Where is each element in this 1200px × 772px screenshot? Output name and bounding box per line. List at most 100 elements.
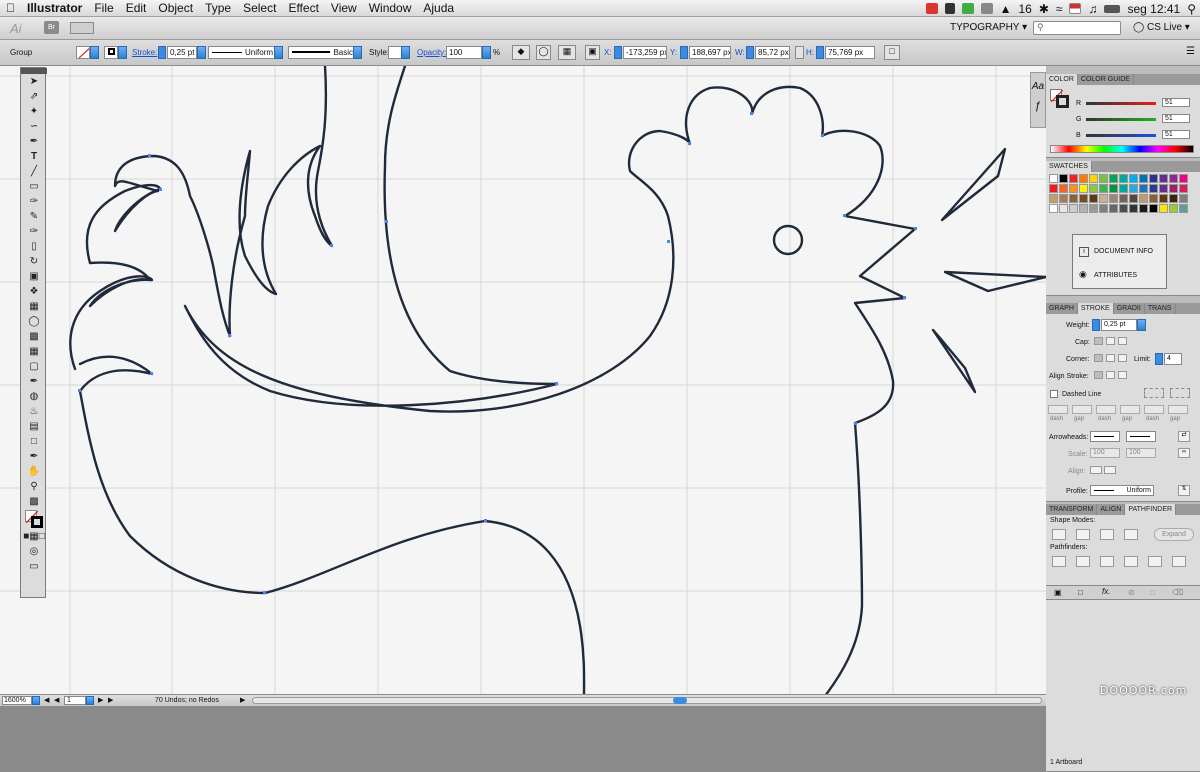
gap-field-3[interactable]	[1168, 405, 1188, 414]
intersect-icon[interactable]	[1100, 529, 1114, 540]
slice-tool-icon[interactable]: ✒	[23, 449, 45, 464]
drawing-mode-icon[interactable]: ◎	[23, 544, 45, 559]
type-tool-icon[interactable]: T	[23, 149, 45, 164]
swatch[interactable]	[1139, 174, 1148, 183]
channel-g-field[interactable]: 51	[1162, 114, 1190, 123]
menu-view[interactable]: View	[325, 0, 363, 17]
attributes-item[interactable]: ◉ ATTRIBUTES	[1079, 269, 1137, 279]
width-tool-icon[interactable]: ❖	[23, 284, 45, 299]
gap-field-2[interactable]	[1120, 405, 1140, 414]
swatch[interactable]	[1089, 194, 1098, 203]
gradient-tool-icon[interactable]: ▢	[23, 359, 45, 374]
swatch[interactable]	[1179, 204, 1188, 213]
direct-selection-tool-icon[interactable]: ⇗	[23, 89, 45, 104]
wifi-icon[interactable]: ≈	[1056, 2, 1063, 16]
weight-field[interactable]: 0,25 pt	[1101, 319, 1137, 331]
dashed-line-checkbox[interactable]	[1050, 390, 1058, 398]
tab-pathfinder[interactable]: PATHFINDER	[1125, 504, 1177, 515]
swatch[interactable]	[1149, 194, 1158, 203]
selection-tool-icon[interactable]: ➤	[23, 74, 45, 89]
projecting-cap-icon[interactable]	[1118, 337, 1127, 345]
expand-button[interactable]: Expand	[1154, 528, 1194, 541]
swatch[interactable]	[1119, 204, 1128, 213]
swatch[interactable]	[1169, 184, 1178, 193]
swatch[interactable]	[1149, 204, 1158, 213]
swatch[interactable]	[1179, 194, 1188, 203]
start-arrowhead-select[interactable]	[1090, 431, 1120, 442]
minus-back-icon[interactable]	[1172, 556, 1186, 567]
menu-edit[interactable]: Edit	[120, 0, 153, 17]
rooster-body-path[interactable]	[183, 66, 917, 694]
artboard-dropdown[interactable]	[86, 696, 94, 705]
stroke-weight-stepper[interactable]	[158, 46, 166, 59]
fx-icon[interactable]: fx.	[1102, 587, 1110, 596]
zoom-field[interactable]: 1600%	[2, 696, 32, 705]
brush-dropdown[interactable]	[353, 46, 362, 59]
adobe-updates-icon[interactable]: ▲	[1000, 2, 1012, 16]
duplicate-item-icon[interactable]: □	[1150, 588, 1155, 597]
apple-menu-icon[interactable]: 	[0, 0, 21, 17]
preserve-dash-icon[interactable]	[1144, 388, 1164, 398]
graphic-style-swatch[interactable]	[388, 46, 402, 59]
swatch[interactable]	[1089, 174, 1098, 183]
style-dropdown[interactable]	[401, 46, 410, 59]
menu-file[interactable]: File	[88, 0, 119, 17]
script-icon[interactable]	[944, 3, 955, 14]
perspective-grid-tool-icon[interactable]: ▩	[23, 329, 45, 344]
swatch[interactable]	[1129, 174, 1138, 183]
swatch[interactable]	[1159, 194, 1168, 203]
artboard-canvas[interactable]	[0, 66, 1046, 694]
stroke-swatch[interactable]	[104, 46, 118, 59]
x-stepper[interactable]	[614, 46, 622, 59]
gap-field-1[interactable]	[1072, 405, 1092, 414]
swatch[interactable]	[1139, 194, 1148, 203]
exclude-icon[interactable]	[1124, 529, 1138, 540]
swatch[interactable]	[1109, 194, 1118, 203]
clear-appearance-icon[interactable]: ⊘	[1128, 588, 1135, 597]
transform-panel-icon[interactable]: □	[884, 45, 900, 60]
dash-field-3[interactable]	[1144, 405, 1164, 414]
tail-feather-2[interactable]	[78, 355, 154, 393]
channel-g-slider[interactable]	[1086, 118, 1156, 121]
stroke-label-link[interactable]: Stroke:	[132, 48, 157, 57]
zoom-dropdown[interactable]	[32, 696, 40, 705]
swatch[interactable]	[1179, 174, 1188, 183]
stroke-profile-select[interactable]: Uniform	[1090, 485, 1154, 496]
pencil-tool-icon[interactable]: ✎	[23, 209, 45, 224]
unite-icon[interactable]	[1052, 529, 1066, 540]
brush-definition[interactable]: Basic	[288, 46, 362, 59]
rooster-neck-path[interactable]	[78, 389, 586, 694]
height-stepper[interactable]	[816, 46, 824, 59]
tab-align[interactable]: ALIGN	[1097, 504, 1126, 515]
trim-icon[interactable]	[1076, 556, 1090, 567]
default-fill-stroke-icon[interactable]: ▩	[23, 494, 45, 509]
horizontal-scrollbar[interactable]	[252, 697, 1042, 704]
menu-type[interactable]: Type	[199, 0, 237, 17]
bridge-button[interactable]: Br	[44, 21, 59, 34]
eyedropper-tool-icon[interactable]: ✒	[23, 374, 45, 389]
constrain-proportions-icon[interactable]	[795, 46, 804, 59]
swatch[interactable]	[1099, 204, 1108, 213]
zoom-tool-icon[interactable]: ⚲	[23, 479, 45, 494]
blend-tool-icon[interactable]: ◍	[23, 389, 45, 404]
document-info-item[interactable]: i DOCUMENT INFO	[1079, 247, 1153, 257]
swatch[interactable]	[1079, 184, 1088, 193]
swatch[interactable]	[1059, 194, 1068, 203]
swap-arrowheads-icon[interactable]: ⇄	[1178, 431, 1190, 442]
round-cap-icon[interactable]	[1106, 337, 1115, 345]
weight-stepper[interactable]	[1092, 319, 1100, 331]
dash-field-2[interactable]	[1096, 405, 1116, 414]
arrow-tip-at-end-icon[interactable]	[1104, 466, 1116, 474]
tail-feather-3[interactable]	[228, 66, 334, 338]
swatch[interactable]	[1109, 204, 1118, 213]
artwork[interactable]	[0, 66, 1046, 694]
swatch[interactable]	[1159, 174, 1168, 183]
last-artboard-icon[interactable]: ▶	[108, 696, 113, 704]
swatch[interactable]	[1059, 184, 1068, 193]
align-inside-icon[interactable]	[1106, 371, 1115, 379]
swatch[interactable]	[1169, 204, 1178, 213]
swatch[interactable]	[1129, 184, 1138, 193]
tab-gradient[interactable]: GRADII	[1114, 303, 1145, 314]
beak-bottom[interactable]	[931, 328, 977, 394]
menu-window[interactable]: Window	[363, 0, 418, 17]
